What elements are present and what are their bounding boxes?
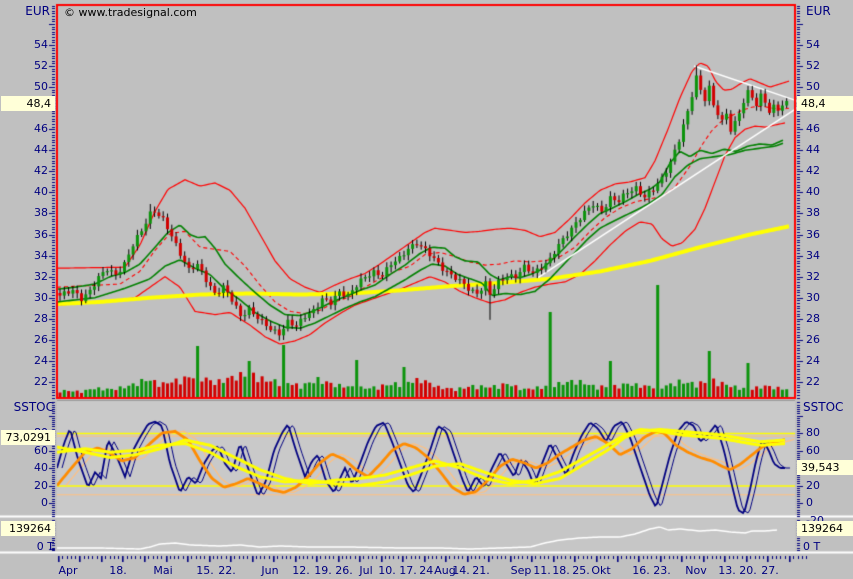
price-tick-label-left: 30	[2, 291, 48, 304]
currency-axis-label-right: EUR	[806, 5, 831, 18]
current-volume-box-left: 139264	[1, 521, 55, 536]
price-tick-label-right: 50	[806, 80, 820, 93]
date-tick-label: 22.	[213, 564, 241, 577]
price-tick-label-right: 46	[806, 122, 820, 135]
date-tick-label: Nov	[682, 564, 710, 577]
price-tick-label-left: 50	[2, 80, 48, 93]
date-tick-label: Apr	[54, 564, 82, 577]
currency-axis-label-left: EUR	[2, 5, 50, 18]
price-tick-label-left: 46	[2, 122, 48, 135]
price-tick-label-left: 32	[2, 270, 48, 283]
date-tick-label: 23.	[648, 564, 676, 577]
price-tick-label-right: 32	[806, 270, 820, 283]
current-stoch-box-left: 73,0291	[1, 430, 55, 445]
price-tick-label-right: 28	[806, 312, 820, 325]
price-tick-label-left: 44	[2, 143, 48, 156]
stoch-tick-label-left: 60	[2, 444, 48, 457]
price-tick-label-left: 28	[2, 312, 48, 325]
date-tick-label: 27.	[756, 564, 784, 577]
chart-window: EUR EUR © www.tradesignal.com SSTOC SSTO…	[0, 0, 853, 579]
price-tick-label-left: 40	[2, 185, 48, 198]
stoch-tick-label-left: 20	[2, 479, 48, 492]
current-stoch-box-right: 39,543	[797, 460, 853, 475]
price-tick-label-right: 54	[806, 38, 820, 51]
stoch-tick-label-right: 60	[806, 444, 820, 457]
stoch-panel-label-left: SSTOC	[2, 401, 54, 414]
date-tick-label: 21.	[467, 564, 495, 577]
stoch-tick-label-right: 80	[806, 426, 820, 439]
price-tick-label-left: 38	[2, 206, 48, 219]
stoch-tick-label-right: 20	[806, 479, 820, 492]
current-price-box-right: 48,4	[797, 96, 853, 111]
copyright-watermark: © www.tradesignal.com	[64, 6, 197, 19]
price-tick-label-left: 36	[2, 228, 48, 241]
price-tick-label-left: 24	[2, 354, 48, 367]
price-tick-label-right: 30	[806, 291, 820, 304]
stoch-tick-label-left: 0	[2, 496, 48, 509]
price-tick-label-left: 42	[2, 164, 48, 177]
date-tick-label: Mai	[149, 564, 177, 577]
price-tick-label-right: 36	[806, 228, 820, 241]
price-tick-label-right: 26	[806, 333, 820, 346]
price-tick-label-right: 44	[806, 143, 820, 156]
volume-zero-label-right: 0 T	[803, 540, 820, 553]
date-tick-label: 18.	[104, 564, 132, 577]
volume-zero-label-left: 0 T	[2, 540, 54, 553]
price-tick-label-right: 22	[806, 375, 820, 388]
stoch-tick-label-left: 40	[2, 461, 48, 474]
chart-canvas[interactable]	[0, 0, 853, 579]
price-tick-label-left: 34	[2, 249, 48, 262]
price-tick-label-left: 22	[2, 375, 48, 388]
price-tick-label-left: 52	[2, 59, 48, 72]
current-price-box-left: 48,4	[1, 96, 55, 111]
stoch-panel-label-right: SSTOC	[803, 401, 843, 414]
price-tick-label-right: 24	[806, 354, 820, 367]
price-tick-label-right: 34	[806, 249, 820, 262]
price-tick-label-right: 38	[806, 206, 820, 219]
stoch-tick-label-right: 0	[806, 496, 813, 509]
price-tick-label-left: 26	[2, 333, 48, 346]
price-tick-label-left: 54	[2, 38, 48, 51]
date-tick-label: Okt	[587, 564, 615, 577]
price-tick-label-right: 42	[806, 164, 820, 177]
price-tick-label-right: 40	[806, 185, 820, 198]
current-volume-box-right: 139264	[797, 521, 853, 536]
date-tick-label: Jun	[256, 564, 284, 577]
price-tick-label-right: 52	[806, 59, 820, 72]
